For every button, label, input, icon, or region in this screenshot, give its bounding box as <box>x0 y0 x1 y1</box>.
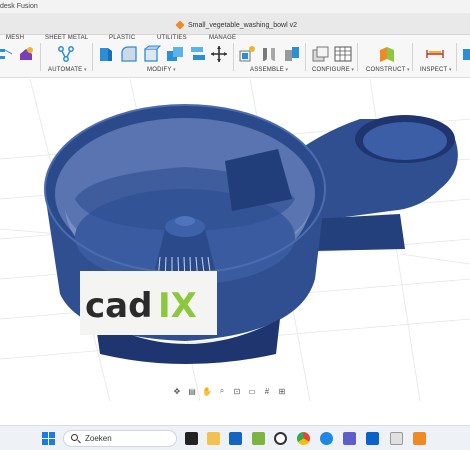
logo-text-ix: IX <box>158 286 197 326</box>
pan-icon[interactable]: ✋ <box>201 385 213 397</box>
mail-icon[interactable] <box>366 432 379 445</box>
logo-text-cad: cad <box>85 286 152 326</box>
taskbar-search-label: Zoeken <box>85 434 112 443</box>
fusion-document-icon <box>175 20 185 30</box>
fillet-icon[interactable] <box>120 45 138 63</box>
fusion-taskbar-icon[interactable] <box>413 432 426 445</box>
automate-icon[interactable] <box>57 45 75 63</box>
zoom-icon[interactable]: ⌕ <box>216 385 228 397</box>
press-pull-icon[interactable] <box>97 45 115 63</box>
offset-plane-icon[interactable] <box>378 45 396 63</box>
measure-icon[interactable] <box>426 45 444 63</box>
document-tab-bar: Small_vegetable_washing_bowl v2 <box>0 13 470 35</box>
group-assemble[interactable]: ASSEMBLE <box>250 67 288 73</box>
look-at-icon[interactable]: ▤ <box>186 385 198 397</box>
shell-icon[interactable] <box>143 45 161 63</box>
design-canvas[interactable]: cad IX ✥ ▤ ✋ ⌕ ⊡ ▭ # ⊞ <box>0 79 470 401</box>
mesh-generate-icon[interactable] <box>17 45 35 63</box>
mesh-tool-icon[interactable] <box>0 45 12 63</box>
snipping-tool-icon[interactable] <box>390 432 403 445</box>
document-tab-label: Small_vegetable_washing_bowl v2 <box>188 21 297 29</box>
tab-utilities[interactable]: UTILITIES <box>157 35 187 41</box>
group-configure[interactable]: CONFIGURE <box>312 67 354 73</box>
teams-icon[interactable] <box>343 432 356 445</box>
grid-settings-icon[interactable]: # <box>261 385 273 397</box>
display-settings-icon[interactable]: ▭ <box>246 385 258 397</box>
configure-icon[interactable] <box>311 45 329 63</box>
taskbar-search[interactable]: Zoeken <box>63 430 177 447</box>
chrome-icon[interactable] <box>297 432 310 445</box>
insert-icon[interactable] <box>461 45 470 63</box>
title-bar: desk Fusion <box>0 0 470 13</box>
navigation-toolbar: ✥ ▤ ✋ ⌕ ⊡ ▭ # ⊞ <box>171 384 288 398</box>
search-icon <box>71 434 78 441</box>
task-view-icon[interactable] <box>185 432 198 445</box>
app-icon-green[interactable] <box>252 432 265 445</box>
bowl-model: cad IX <box>0 79 470 401</box>
windows-taskbar: Zoeken <box>0 425 470 450</box>
edge-icon[interactable] <box>320 432 333 445</box>
group-automate[interactable]: AUTOMATE <box>48 67 87 73</box>
document-tab[interactable]: Small_vegetable_washing_bowl v2 <box>175 17 297 33</box>
align-icon[interactable] <box>189 45 207 63</box>
new-component-icon[interactable] <box>238 45 256 63</box>
viewports-icon[interactable]: ⊞ <box>276 385 288 397</box>
combine-icon[interactable] <box>166 45 184 63</box>
move-icon[interactable] <box>210 45 228 63</box>
windows-start-icon[interactable] <box>42 432 55 445</box>
group-inspect[interactable]: INSPECT <box>420 67 452 73</box>
as-built-joint-icon[interactable] <box>283 45 301 63</box>
tab-sheet-metal[interactable]: SHEET METAL <box>45 35 88 41</box>
tab-manage[interactable]: MANAGE <box>209 35 236 41</box>
configuration-table-icon[interactable] <box>334 45 352 63</box>
ribbon-toolbar: MESH SHEET METAL PLASTIC UTILITIES MANAG… <box>0 35 470 78</box>
group-construct[interactable]: CONSTRUCT <box>366 67 410 73</box>
tab-mesh[interactable]: MESH <box>6 35 24 41</box>
joint-icon[interactable] <box>260 45 278 63</box>
app-title: desk Fusion <box>0 3 38 10</box>
clock-app-icon[interactable] <box>274 432 287 445</box>
orbit-icon[interactable]: ✥ <box>171 385 183 397</box>
file-explorer-icon[interactable] <box>207 432 220 445</box>
group-modify[interactable]: MODIFY <box>147 67 176 73</box>
tab-plastic[interactable]: PLASTIC <box>109 35 135 41</box>
outlook-icon[interactable] <box>229 432 242 445</box>
fit-icon[interactable]: ⊡ <box>231 385 243 397</box>
